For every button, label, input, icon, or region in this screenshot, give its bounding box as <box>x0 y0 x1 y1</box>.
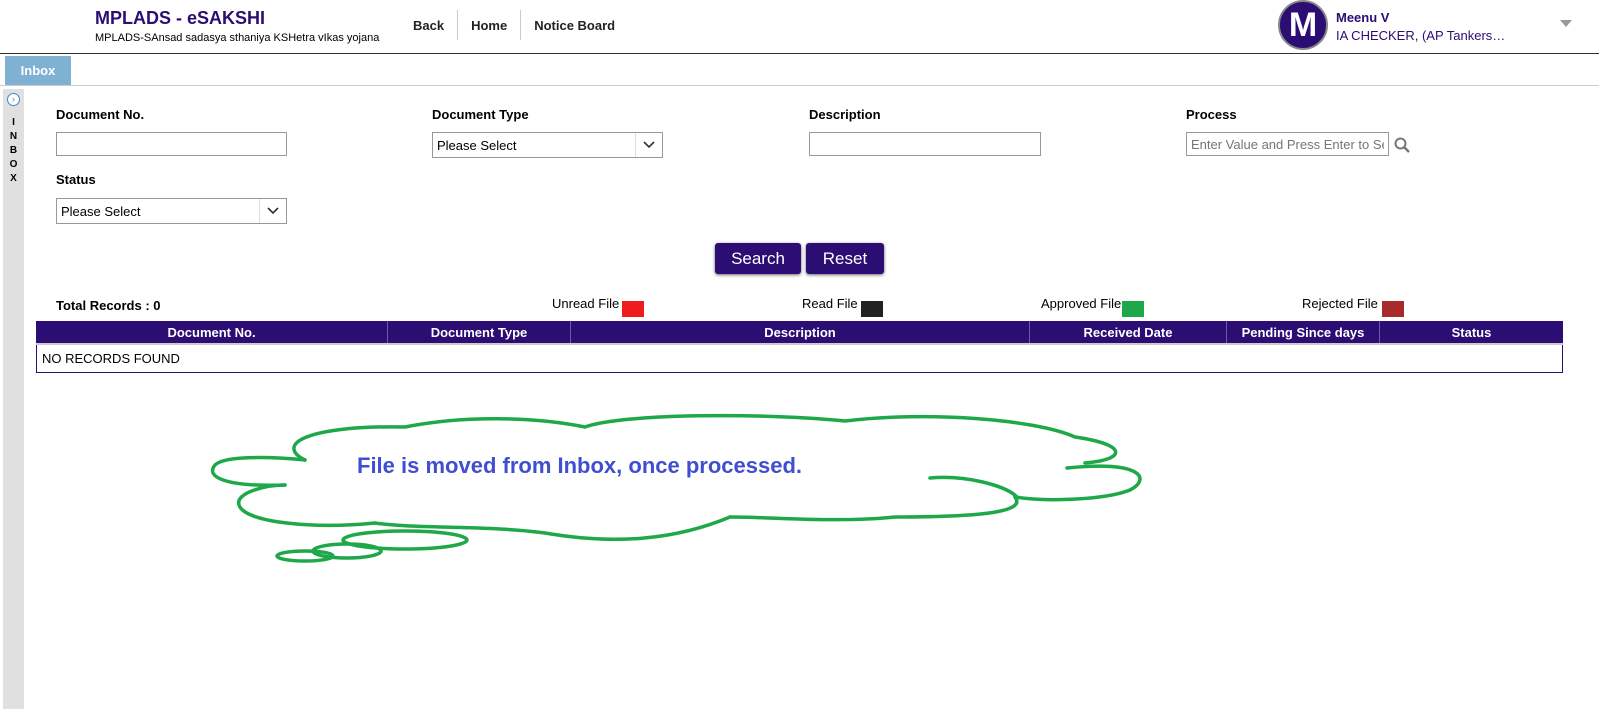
inbox-table: Document No. Document Type Description R… <box>36 321 1563 373</box>
description-label: Description <box>809 107 881 122</box>
column-header-pending-since-days[interactable]: Pending Since days <box>1227 321 1380 343</box>
tab-bar: Inbox <box>0 55 1599 86</box>
nav-home-link[interactable]: Home <box>458 18 520 33</box>
total-records: Total Records : 0 <box>56 298 161 313</box>
document-type-select[interactable]: Please Select <box>432 132 663 158</box>
reset-button[interactable]: Reset <box>806 243 884 274</box>
document-no-label: Document No. <box>56 107 145 122</box>
column-header-status[interactable]: Status <box>1380 321 1563 343</box>
document-type-label: Document Type <box>432 107 529 122</box>
user-role[interactable]: IA CHECKER, (AP Tankers… <box>1336 28 1505 43</box>
empty-table-message: NO RECORDS FOUND <box>36 345 1563 373</box>
chevron-down-icon <box>635 133 662 157</box>
column-header-document-type[interactable]: Document Type <box>388 321 571 343</box>
expand-arrow-icon[interactable]: › <box>7 93 20 106</box>
app-title[interactable]: MPLADS - eSAKSHI <box>95 8 265 29</box>
column-header-document-no[interactable]: Document No. <box>36 321 388 343</box>
document-no-input[interactable] <box>56 132 287 156</box>
chevron-down-icon <box>259 199 286 223</box>
inbox-side-panel: › I N B O X <box>3 89 24 709</box>
legend-unread-swatch <box>622 301 644 317</box>
annotation-text: File is moved from Inbox, once processed… <box>357 453 803 478</box>
legend-unread-label: Unread File <box>552 296 620 311</box>
side-panel-label: I N B O X <box>9 117 18 184</box>
table-header: Document No. Document Type Description R… <box>36 321 1563 345</box>
column-header-received-date[interactable]: Received Date <box>1030 321 1227 343</box>
legend-read-label: Read File <box>802 296 858 311</box>
top-nav: Back Home Notice Board <box>400 10 628 40</box>
document-type-selected: Please Select <box>437 137 517 153</box>
app-subtitle: MPLADS-SAnsad sadasya sthaniya KSHetra v… <box>95 32 380 44</box>
status-label: Status <box>56 172 96 187</box>
search-icon[interactable] <box>1394 137 1410 158</box>
legend-approved-label: Approved File <box>1041 296 1122 311</box>
nav-back-link[interactable]: Back <box>400 18 457 33</box>
legend-approved-swatch <box>1122 301 1144 317</box>
thought-cloud-annotation <box>210 413 1142 563</box>
user-name[interactable]: Meenu V <box>1336 10 1389 25</box>
search-button[interactable]: Search <box>715 243 801 274</box>
user-avatar[interactable]: M <box>1278 0 1328 50</box>
legend-read-swatch <box>861 301 883 317</box>
process-label: Process <box>1186 107 1237 122</box>
nav-notice-board-link[interactable]: Notice Board <box>521 18 628 33</box>
description-input[interactable] <box>809 132 1041 156</box>
process-search-input[interactable] <box>1186 132 1389 156</box>
status-select[interactable]: Please Select <box>56 198 287 224</box>
chevron-down-icon[interactable] <box>1560 20 1572 27</box>
legend-rejected-label: Rejected File <box>1302 296 1378 311</box>
app-header: MPLADS - eSAKSHI MPLADS-SAnsad sadasya s… <box>0 0 1599 54</box>
tab-inbox[interactable]: Inbox <box>5 56 71 85</box>
column-header-description[interactable]: Description <box>571 321 1030 343</box>
legend-rejected-swatch <box>1382 301 1404 317</box>
status-selected: Please Select <box>61 203 141 219</box>
